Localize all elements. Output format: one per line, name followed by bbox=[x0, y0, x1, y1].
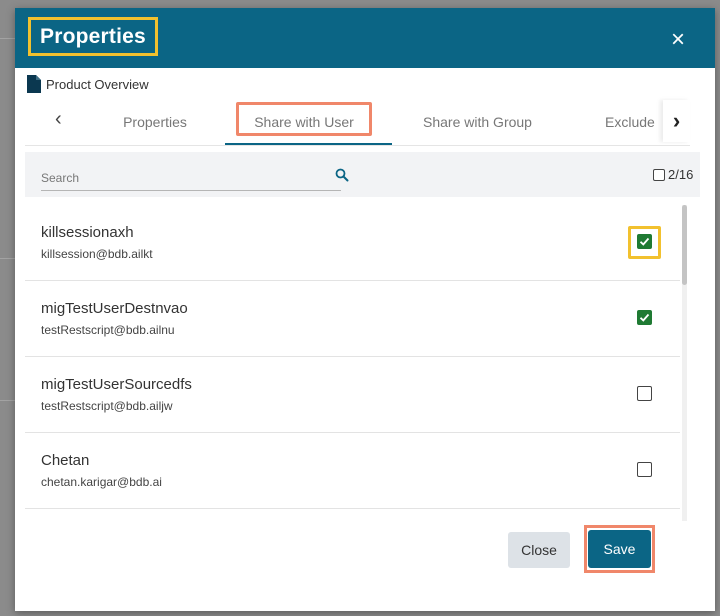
user-name: Chetan bbox=[41, 452, 90, 469]
user-email: chetan.karigar@bdb.ai bbox=[41, 475, 162, 489]
search-bar: 2/16 bbox=[25, 152, 700, 197]
backdrop-divider bbox=[0, 38, 15, 39]
tab-share-with-user[interactable]: Share with User bbox=[239, 100, 369, 143]
tab-label: Share with Group bbox=[423, 113, 532, 130]
tabs-divider bbox=[25, 145, 690, 146]
tabs-left-arrow-icon[interactable]: ‹ bbox=[55, 108, 62, 131]
search-input[interactable] bbox=[41, 166, 341, 191]
document-name: Product Overview bbox=[46, 76, 149, 92]
dialog-header: Properties × bbox=[15, 8, 715, 68]
backdrop-divider bbox=[0, 258, 15, 259]
dialog-title: Properties bbox=[40, 24, 146, 48]
save-button[interactable]: Save bbox=[588, 530, 651, 568]
tab-label: Properties bbox=[123, 113, 187, 130]
list-item: Chetan chetan.karigar@bdb.ai bbox=[25, 433, 680, 509]
tabs-right-arrow-icon[interactable]: › bbox=[663, 100, 690, 142]
user-name: killsessionaxh bbox=[41, 224, 134, 241]
close-icon[interactable]: × bbox=[666, 28, 690, 52]
tab-bar: ‹ Properties Share with User Share with … bbox=[25, 100, 690, 146]
tab-exclude[interactable]: Exclude bbox=[605, 100, 665, 143]
tab-label: Share with User bbox=[254, 113, 354, 130]
list-item: killsessionaxh killsession@bdb.ailkt bbox=[25, 205, 680, 281]
select-all-checkbox[interactable] bbox=[653, 168, 665, 181]
document-icon bbox=[27, 75, 41, 93]
search-icon[interactable] bbox=[335, 168, 349, 182]
user-checkbox[interactable] bbox=[637, 234, 652, 249]
user-list: killsessionaxh killsession@bdb.ailkt mig… bbox=[25, 205, 680, 509]
document-label: Product Overview bbox=[27, 75, 149, 93]
backdrop-divider bbox=[0, 400, 15, 401]
user-checkbox[interactable] bbox=[637, 310, 652, 325]
user-checkbox[interactable] bbox=[637, 462, 652, 477]
tab-label: Exclude bbox=[605, 113, 655, 130]
checkmark-icon bbox=[639, 313, 650, 322]
list-item: migTestUserSourcedfs testRestscript@bdb.… bbox=[25, 357, 680, 433]
tab-share-with-group[interactable]: Share with Group bbox=[410, 100, 545, 143]
user-email: testRestscript@bdb.ailnu bbox=[41, 323, 175, 337]
selected-count: 2/16 bbox=[668, 167, 694, 182]
user-name: migTestUserDestnvao bbox=[41, 300, 188, 317]
select-all: 2/16 bbox=[653, 167, 693, 182]
user-checkbox[interactable] bbox=[637, 386, 652, 401]
list-item: migTestUserDestnvao testRestscript@bdb.a… bbox=[25, 281, 680, 357]
title-highlight: Properties bbox=[28, 17, 158, 56]
user-name: migTestUserSourcedfs bbox=[41, 376, 192, 393]
list-scrollbar-thumb[interactable] bbox=[682, 205, 687, 285]
user-email: testRestscript@bdb.ailjw bbox=[41, 399, 173, 413]
tab-properties[interactable]: Properties bbox=[105, 100, 205, 143]
checkmark-icon bbox=[639, 237, 650, 246]
user-email: killsession@bdb.ailkt bbox=[41, 247, 153, 261]
close-button[interactable]: Close bbox=[508, 532, 570, 568]
